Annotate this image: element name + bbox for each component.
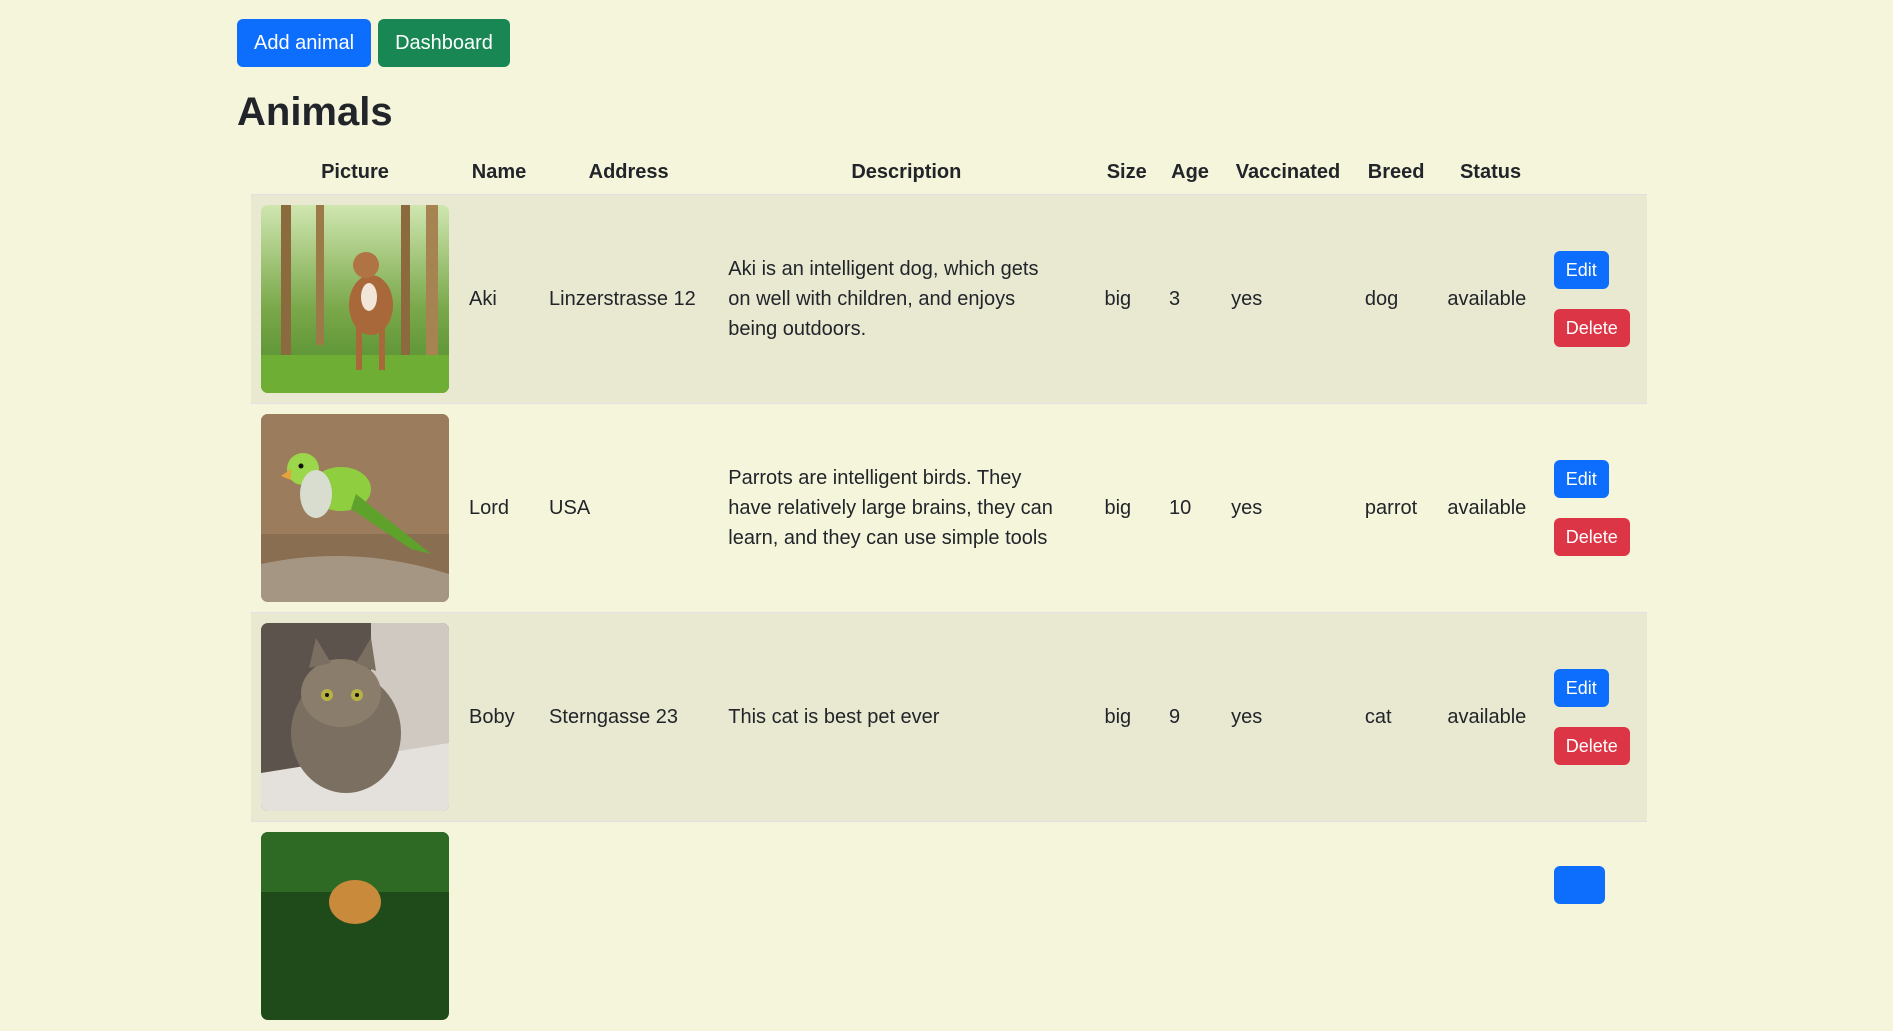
- description-text: Parrots are intelligent birds. They have…: [728, 467, 1053, 549]
- vaccinated-cell: yes: [1231, 497, 1263, 519]
- header-picture: Picture: [321, 160, 389, 183]
- vaccinated-cell: [1221, 822, 1355, 1031]
- header-status: Status: [1459, 160, 1522, 183]
- table-row: Lord USA Parrots are intelligent birds. …: [251, 403, 1647, 613]
- delete-button[interactable]: Delete: [1553, 518, 1630, 556]
- address-cell: USA: [549, 497, 591, 519]
- animals-table: Picture Name Address Description Size Ag…: [251, 150, 1647, 1031]
- description-cell: [718, 822, 1094, 1031]
- delete-button[interactable]: Delete: [1553, 727, 1630, 765]
- size-cell: big: [1104, 497, 1132, 519]
- table-header-row: Picture Name Address Description Size Ag…: [251, 150, 1647, 195]
- status-cell: [1437, 822, 1543, 1031]
- actions-cell: [1544, 822, 1647, 1031]
- description-text: Aki is an intelligent dog, which gets on…: [728, 258, 1039, 340]
- table-row: Boby Sterngasse 23 This cat is best pet …: [251, 612, 1647, 822]
- picture-cell: [251, 195, 459, 404]
- age-cell: 9: [1168, 706, 1181, 728]
- header-address: Address: [588, 160, 669, 183]
- description-cell: This cat is best pet ever: [718, 613, 1094, 822]
- picture-cell: [251, 613, 459, 822]
- name-cell: Aki: [469, 288, 497, 310]
- age-cell: 3: [1168, 288, 1181, 310]
- status-cell: available: [1447, 288, 1527, 310]
- page-title: Animals: [237, 90, 393, 134]
- address-cell: Linzerstrasse 12: [549, 288, 696, 310]
- edit-button[interactable]: Edit: [1553, 669, 1609, 707]
- size-cell: big: [1104, 288, 1132, 310]
- address-cell: Sterngasse 23: [549, 706, 679, 728]
- breed-cell: [1355, 822, 1437, 1031]
- breed-cell: dog: [1364, 288, 1399, 310]
- dog-photo: [261, 205, 449, 393]
- table-row: Aki Linzerstrasse 12 Aki is an intellige…: [251, 194, 1647, 404]
- edit-button[interactable]: Edit: [1553, 251, 1609, 289]
- vaccinated-cell: yes: [1231, 288, 1263, 310]
- name-cell: [459, 822, 539, 1031]
- dashboard-button[interactable]: Dashboard: [378, 19, 510, 67]
- header-actions: [1544, 150, 1647, 195]
- edit-button[interactable]: [1553, 866, 1605, 904]
- description-text: This cat is best pet ever: [728, 706, 940, 728]
- name-cell: Lord: [469, 497, 510, 519]
- description-cell: Aki is an intelligent dog, which gets on…: [718, 195, 1094, 404]
- delete-button[interactable]: Delete: [1553, 309, 1630, 347]
- age-cell: 10: [1168, 497, 1192, 519]
- picture-cell: [251, 404, 459, 613]
- edit-button[interactable]: Edit: [1553, 460, 1609, 498]
- header-name: Name: [471, 160, 527, 183]
- parrot-photo: [261, 414, 449, 602]
- picture-cell: [251, 822, 459, 1031]
- breed-cell: cat: [1364, 706, 1392, 728]
- header-description: Description: [851, 160, 962, 183]
- add-animal-button[interactable]: Add animal: [237, 19, 372, 67]
- status-cell: available: [1447, 706, 1527, 728]
- actions-cell: Edit Delete: [1544, 404, 1647, 613]
- size-cell: big: [1104, 706, 1132, 728]
- description-cell: Parrots are intelligent birds. They have…: [718, 404, 1094, 613]
- size-cell: [1094, 822, 1159, 1031]
- header-breed: Breed: [1367, 160, 1425, 183]
- status-cell: available: [1447, 497, 1527, 519]
- header-size: Size: [1106, 160, 1147, 183]
- name-cell: Boby: [469, 706, 515, 728]
- breed-cell: parrot: [1364, 497, 1418, 519]
- address-cell: [539, 822, 718, 1031]
- header-age: Age: [1171, 160, 1209, 183]
- dog-photo-2: [261, 832, 449, 1020]
- actions-cell: Edit Delete: [1544, 195, 1647, 404]
- header-vaccinated: Vaccinated: [1235, 160, 1341, 183]
- table-row: [251, 821, 1647, 1031]
- vaccinated-cell: yes: [1231, 706, 1263, 728]
- cat-photo: [261, 623, 449, 811]
- actions-cell: Edit Delete: [1544, 613, 1647, 822]
- age-cell: [1159, 822, 1221, 1031]
- top-toolbar: Add animal Dashboard: [237, 19, 510, 67]
